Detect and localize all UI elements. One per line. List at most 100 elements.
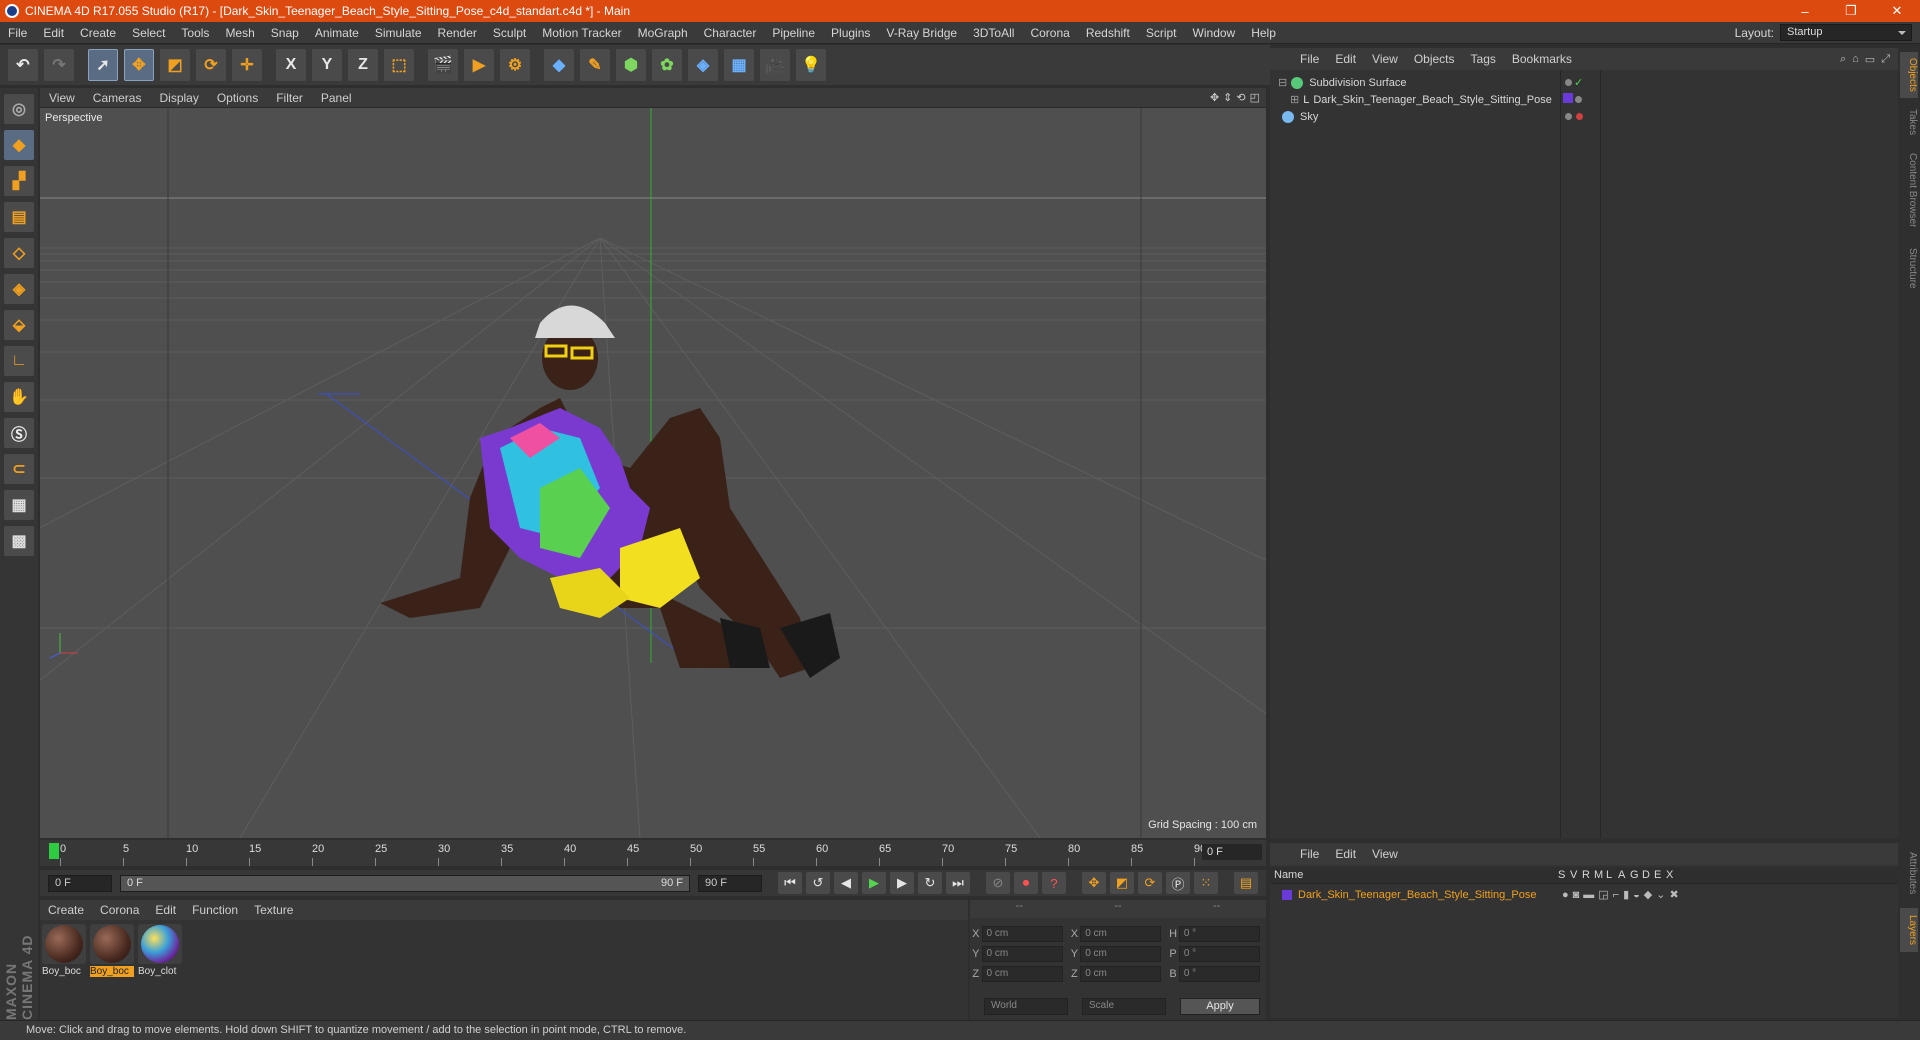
position-z-field[interactable]: 0 cm [981, 966, 1063, 982]
restore-button[interactable]: ❐ [1828, 0, 1874, 22]
menu-edit[interactable]: Edit [35, 26, 72, 40]
menu-help[interactable]: Help [1243, 26, 1284, 40]
frame-range-slider[interactable]: 0 F 90 F [120, 874, 690, 892]
add-icon[interactable]: ✛ [232, 49, 262, 81]
material-item-selected[interactable]: Boy_boc [90, 924, 134, 977]
array-icon[interactable]: ✿ [652, 49, 682, 81]
material-item[interactable]: Boy_boc [42, 924, 86, 977]
rotation-p-field[interactable]: 0 ° [1178, 946, 1260, 962]
menu-script[interactable]: Script [1138, 26, 1185, 40]
y-axis-icon[interactable]: Y [312, 49, 342, 81]
z-axis-icon[interactable]: Z [348, 49, 378, 81]
menu-pipeline[interactable]: Pipeline [764, 26, 823, 40]
layer-row[interactable]: Dark_Skin_Teenager_Beach_Style_Sitting_P… [1270, 886, 1898, 903]
key-scale-icon[interactable]: ◩ [1110, 872, 1134, 894]
axis-mode-icon[interactable]: ∟ [4, 346, 34, 376]
coordinate-space-dropdown[interactable]: World [984, 998, 1068, 1015]
maximize-view-icon[interactable]: ◰ [1250, 91, 1260, 104]
menu-corona[interactable]: Corona [1022, 26, 1077, 40]
tab-structure[interactable]: Structure [1900, 240, 1918, 296]
viewport-menu-view[interactable]: View [40, 91, 84, 105]
move-icon[interactable]: ✥ [124, 49, 154, 81]
tab-takes[interactable]: Takes [1900, 104, 1918, 140]
layout-dropdown[interactable]: Startup [1780, 24, 1912, 41]
expand-icon[interactable]: ⤢ [1881, 53, 1890, 66]
menu-3dtoall[interactable]: 3DToAll [965, 26, 1022, 40]
viewport-menu-filter[interactable]: Filter [267, 91, 312, 105]
magnet-icon[interactable]: ⊂ [4, 454, 34, 484]
pen-spline-icon[interactable]: ✎ [580, 49, 610, 81]
locked-workplane-icon[interactable]: ▦ [4, 490, 34, 520]
playhead[interactable] [49, 843, 59, 859]
layer-menu-edit[interactable]: Edit [1327, 847, 1364, 861]
position-y-field[interactable]: 0 cm [981, 946, 1063, 962]
material-menu-function[interactable]: Function [184, 903, 246, 917]
tweak-mode-icon[interactable]: ✋ [4, 382, 34, 412]
current-frame-field[interactable]: 0 F [1202, 844, 1262, 860]
material-menu-corona[interactable]: Corona [92, 903, 147, 917]
menu-sculpt[interactable]: Sculpt [485, 26, 534, 40]
coordinate-system-icon[interactable]: ⬚ [384, 49, 414, 81]
snap-icon[interactable]: Ⓢ [4, 418, 34, 448]
object-menu-bookmarks[interactable]: Bookmarks [1504, 52, 1580, 66]
viewport-menu-options[interactable]: Options [208, 91, 267, 105]
object-menu-edit[interactable]: Edit [1327, 52, 1364, 66]
size-y-field[interactable]: 0 cm [1080, 946, 1162, 962]
menu-window[interactable]: Window [1185, 26, 1244, 40]
object-menu-objects[interactable]: Objects [1406, 52, 1463, 66]
viewport-menu-display[interactable]: Display [150, 91, 207, 105]
dolly-icon[interactable]: ⇕ [1223, 91, 1232, 104]
key-parameter-icon[interactable]: Ⓟ [1166, 872, 1190, 894]
home-icon[interactable]: ⌂ [1852, 53, 1859, 66]
render-view-icon[interactable]: 🎬 [428, 49, 458, 81]
planar-workplane-icon[interactable]: ▩ [4, 526, 34, 556]
object-menu-file[interactable]: File [1292, 52, 1327, 66]
rotate-icon[interactable]: ⟳ [196, 49, 226, 81]
tab-objects[interactable]: Objects [1900, 52, 1918, 98]
position-x-field[interactable]: 0 cm [981, 926, 1063, 942]
tab-content-browser[interactable]: Content Browser [1900, 146, 1918, 234]
camera-icon[interactable]: 🎥 [760, 49, 790, 81]
menu-mesh[interactable]: Mesh [217, 26, 262, 40]
menu-character[interactable]: Character [696, 26, 765, 40]
undo-icon[interactable]: ↶ [8, 49, 38, 81]
tab-layers[interactable]: Layers [1900, 908, 1918, 952]
cube-icon[interactable]: ◆ [544, 49, 574, 81]
layer-menu-file[interactable]: File [1292, 847, 1327, 861]
menu-render[interactable]: Render [430, 26, 485, 40]
pan-icon[interactable]: ✥ [1210, 91, 1219, 104]
layer-toggle-icons[interactable]: ●◙▬◲⌐▮◒◆⌄✖ [1562, 888, 1683, 901]
menu-vray-bridge[interactable]: V-Ray Bridge [878, 26, 965, 40]
tab-attributes[interactable]: Attributes [1900, 843, 1918, 903]
layer-menu-view[interactable]: View [1364, 847, 1406, 861]
size-mode-dropdown[interactable]: Scale [1082, 998, 1166, 1015]
object-row-subdivision[interactable]: ⊟ Subdivision Surface ✓ [1270, 74, 1898, 91]
menu-plugins[interactable]: Plugins [823, 26, 878, 40]
key-position-icon[interactable]: ✥ [1082, 872, 1106, 894]
object-menu-view[interactable]: View [1364, 52, 1406, 66]
menu-mograph[interactable]: MoGraph [630, 26, 696, 40]
texture-mode-icon[interactable]: ▞ [4, 166, 34, 196]
light-icon[interactable]: 💡 [796, 49, 826, 81]
workplane-mode-icon[interactable]: ▤ [4, 202, 34, 232]
menu-redshift[interactable]: Redshift [1078, 26, 1138, 40]
polygons-mode-icon[interactable]: ⬙ [4, 310, 34, 340]
perspective-viewport[interactable]: Perspective Grid Spacing : 100 cm [40, 108, 1266, 838]
menu-motion-tracker[interactable]: Motion Tracker [534, 26, 629, 40]
x-axis-icon[interactable]: X [276, 49, 306, 81]
autokeying-icon[interactable]: ? [1042, 872, 1066, 894]
record-active-objects-icon[interactable]: ⏺ [1014, 872, 1038, 894]
go-to-end-icon[interactable]: ⏭ [946, 872, 970, 894]
viewport-menu-cameras[interactable]: Cameras [84, 91, 151, 105]
close-button[interactable]: ✕ [1874, 0, 1920, 22]
previous-key-icon[interactable]: ↺ [806, 872, 830, 894]
model-mode-icon[interactable]: ◆ [4, 130, 34, 160]
object-row-character[interactable]: ⊞ L Dark_Skin_Teenager_Beach_Style_Sitti… [1270, 91, 1898, 108]
key-rotation-icon[interactable]: ⟳ [1138, 872, 1162, 894]
tag-checkmark-icon[interactable]: ✓ [1563, 76, 1583, 89]
menu-create[interactable]: Create [72, 26, 124, 40]
apply-button[interactable]: Apply [1180, 998, 1260, 1015]
points-mode-icon[interactable]: ◇ [4, 238, 34, 268]
timeline-ruler[interactable]: 0 5 10 15 20 25 30 35 40 45 50 55 60 65 70 75 80 85 90 0 F [40, 840, 1266, 866]
object-menu-tags[interactable]: Tags [1463, 52, 1504, 66]
